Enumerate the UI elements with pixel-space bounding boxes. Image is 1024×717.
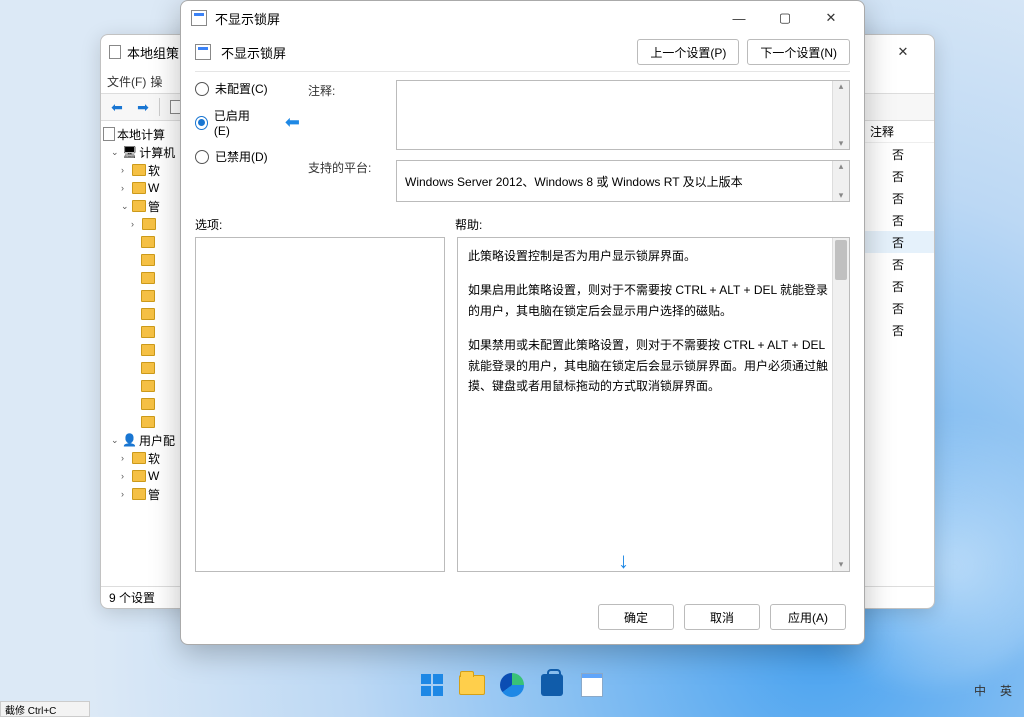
tree-computer[interactable]: ⌄🖥计算机 (103, 143, 180, 161)
tree-item[interactable]: ›软 (103, 161, 180, 179)
forward-icon[interactable]: ➡ (131, 95, 155, 119)
tree-root[interactable]: 本地计算 (103, 125, 180, 143)
cancel-button[interactable]: 取消 (684, 604, 760, 630)
gpedit-tree[interactable]: 本地计算 ⌄🖥计算机 ›软 ›W ⌄管 › ⌄👤用户配 ›软 ›W ›管 (101, 121, 183, 586)
tree-item[interactable] (103, 377, 180, 395)
tree-item[interactable] (103, 305, 180, 323)
snip-hint: 截修 Ctrl+C (0, 701, 90, 717)
tree-item[interactable] (103, 287, 180, 305)
col-note[interactable]: 注释 (864, 123, 934, 140)
ime-lang[interactable]: 英 (1000, 682, 1012, 699)
explorer-icon[interactable] (457, 670, 487, 700)
start-button[interactable] (417, 670, 447, 700)
tree-item[interactable] (103, 359, 180, 377)
ime-indicator[interactable]: 中 (974, 682, 986, 699)
tree-item[interactable] (103, 233, 180, 251)
tree-item[interactable]: › (103, 215, 180, 233)
menu-file[interactable]: 文件(F) (107, 73, 146, 90)
ok-button[interactable]: 确定 (598, 604, 674, 630)
help-paragraph: 如果启用此策略设置，则对于不需要按 CTRL + ALT + DEL 就能登录的… (468, 280, 839, 321)
policy-dialog: 不显示锁屏 — ▢ ✕ 不显示锁屏 上一个设置(P) 下一个设置(N) 未配置(… (180, 0, 865, 645)
label-supported: 支持的平台: (308, 157, 388, 176)
annotation-arrow-down-icon: ↓ (618, 548, 629, 574)
tree-item[interactable]: ›W (103, 179, 180, 197)
help-panel[interactable]: 此策略设置控制是否为用户显示锁屏界面。 如果启用此策略设置，则对于不需要按 CT… (457, 237, 850, 572)
radio-icon (195, 82, 209, 96)
gpedit-icon (109, 45, 121, 59)
toolbar-divider (159, 98, 160, 116)
dialog-titlebar[interactable]: 不显示锁屏 — ▢ ✕ (181, 1, 864, 35)
scrollbar[interactable] (832, 238, 849, 571)
back-icon[interactable]: ⬅ (105, 95, 129, 119)
dialog-title: 不显示锁屏 (215, 9, 280, 28)
radio-icon-selected (195, 116, 208, 130)
comment-textarea[interactable] (396, 80, 850, 150)
prev-setting-button[interactable]: 上一个设置(P) (637, 39, 739, 65)
edge-icon[interactable] (497, 670, 527, 700)
tree-user[interactable]: ⌄👤用户配 (103, 431, 180, 449)
label-options: 选项: (195, 216, 455, 233)
scrollbar[interactable] (832, 161, 849, 201)
maximize-button[interactable]: ▢ (762, 2, 808, 34)
notepad-icon[interactable] (577, 670, 607, 700)
scrollbar[interactable] (832, 81, 849, 149)
radio-enabled[interactable]: 已启用(E) ⬅ (195, 107, 300, 138)
tree-item[interactable]: ›W (103, 467, 180, 485)
policy-icon (191, 10, 207, 26)
tree-item[interactable] (103, 413, 180, 431)
close-button[interactable]: ✕ (880, 36, 926, 68)
options-panel[interactable] (195, 237, 445, 572)
minimize-button[interactable]: — (716, 2, 762, 34)
label-comment: 注释: (308, 80, 388, 99)
help-paragraph: 如果禁用或未配置此策略设置，则对于不需要按 CTRL + ALT + DEL 就… (468, 335, 839, 396)
radio-disabled[interactable]: 已禁用(D) (195, 148, 300, 165)
menu-action[interactable]: 操 (150, 73, 162, 90)
apply-button[interactable]: 应用(A) (770, 604, 846, 630)
annotation-arrow-icon: ⬅ (285, 112, 300, 133)
radio-not-configured[interactable]: 未配置(C) (195, 80, 300, 97)
system-tray[interactable]: 中 英 (974, 682, 1012, 699)
tree-item[interactable] (103, 395, 180, 413)
tree-item[interactable] (103, 341, 180, 359)
tree-item[interactable]: ›软 (103, 449, 180, 467)
state-radio-group: 未配置(C) 已启用(E) ⬅ 已禁用(D) (195, 80, 300, 165)
supported-text: Windows Server 2012、Windows 8 或 Windows … (405, 173, 743, 190)
label-help: 帮助: (455, 216, 482, 233)
help-paragraph: 此策略设置控制是否为用户显示锁屏界面。 (468, 246, 839, 266)
next-setting-button[interactable]: 下一个设置(N) (747, 39, 850, 65)
divider (195, 71, 850, 72)
taskbar[interactable] (0, 663, 1024, 707)
status-text: 9 个设置 (109, 589, 155, 606)
tree-item[interactable]: ⌄管 (103, 197, 180, 215)
tree-item[interactable] (103, 251, 180, 269)
policy-icon (195, 44, 211, 60)
tree-item[interactable] (103, 323, 180, 341)
tree-item[interactable] (103, 269, 180, 287)
tree-item[interactable]: ›管 (103, 485, 180, 503)
supported-platforms-box: Windows Server 2012、Windows 8 或 Windows … (396, 160, 850, 202)
close-button[interactable]: ✕ (808, 2, 854, 34)
radio-icon (195, 150, 209, 164)
gpedit-title: 本地组策 (127, 43, 179, 62)
store-icon[interactable] (537, 670, 567, 700)
dialog-subtitle: 不显示锁屏 (221, 43, 286, 62)
